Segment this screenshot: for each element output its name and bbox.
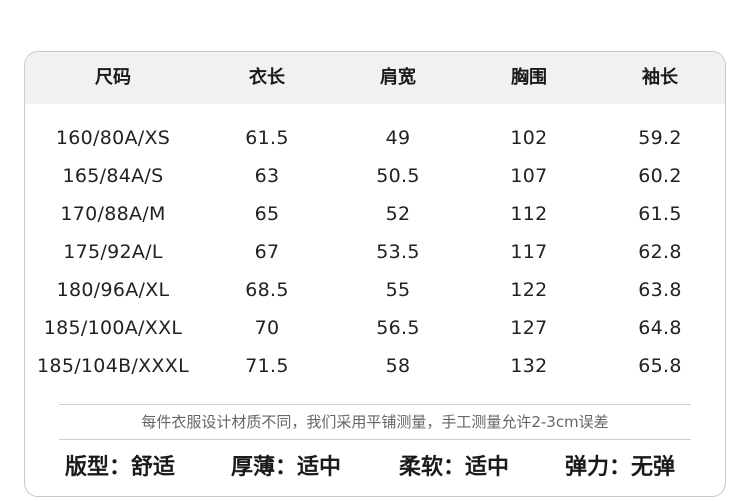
table-row: 180/96A/XL 68.5 55 122 63.8 (25, 271, 725, 309)
size-cell: 170/88A/M (60, 203, 166, 225)
sleeve-cell: 63.8 (638, 279, 682, 301)
table-row: 185/100A/XXL 70 56.5 127 64.8 (25, 309, 725, 347)
softness-attribute: 柔软：适中 (399, 455, 510, 480)
elasticity-attribute: 弹力：无弹 (565, 455, 676, 480)
sleeve-cell: 59.2 (638, 127, 682, 149)
table-row: 175/92A/L 67 53.5 117 62.8 (25, 233, 725, 271)
sleeve-cell: 62.8 (638, 241, 682, 263)
size-cell: 160/80A/XS (55, 127, 171, 149)
table-row: 170/88A/M 65 52 112 61.5 (25, 195, 725, 233)
size-cell: 165/84A/S (62, 165, 164, 187)
divider (59, 439, 691, 440)
sleeve-cell: 61.5 (638, 203, 682, 225)
size-cell: 175/92A/L (63, 241, 163, 263)
fit-attribute: 版型：舒适 (65, 455, 176, 480)
measurement-note: 每件衣服设计材质不同，我们采用平铺测量，手工测量允许2-3cm误差 (141, 413, 609, 431)
table-row: 160/80A/XS 61.5 49 102 59.2 (25, 119, 725, 157)
header-size: 尺码 (95, 67, 131, 88)
size-cell: 180/96A/XL (56, 279, 170, 301)
size-chart-card: 尺码 衣长 肩宽 胸围 袖长 160/80A/XS 61.5 49 102 59… (24, 51, 726, 497)
size-cell: 185/100A/XXL (43, 317, 183, 339)
sleeve-cell: 60.2 (638, 165, 682, 187)
table-row: 165/84A/S 63 50.5 107 60.2 (25, 157, 725, 195)
header-shoulder: 肩宽 (380, 67, 416, 88)
size-cell: 185/104B/XXXL (37, 355, 189, 377)
header-length: 衣长 (249, 67, 285, 88)
table-header: 尺码 衣长 肩宽 胸围 袖长 (25, 52, 725, 104)
sleeve-cell: 64.8 (638, 317, 682, 339)
header-sleeve: 袖长 (642, 67, 678, 88)
divider (59, 404, 691, 405)
header-chest: 胸围 (511, 67, 547, 88)
table-row: 185/104B/XXXL 71.5 58 132 65.8 (25, 347, 725, 385)
attributes-row: 版型：舒适 厚薄：适中 柔软：适中 弹力：无弹 (25, 448, 725, 488)
thickness-attribute: 厚薄：适中 (231, 455, 342, 480)
sleeve-cell: 65.8 (638, 355, 682, 377)
